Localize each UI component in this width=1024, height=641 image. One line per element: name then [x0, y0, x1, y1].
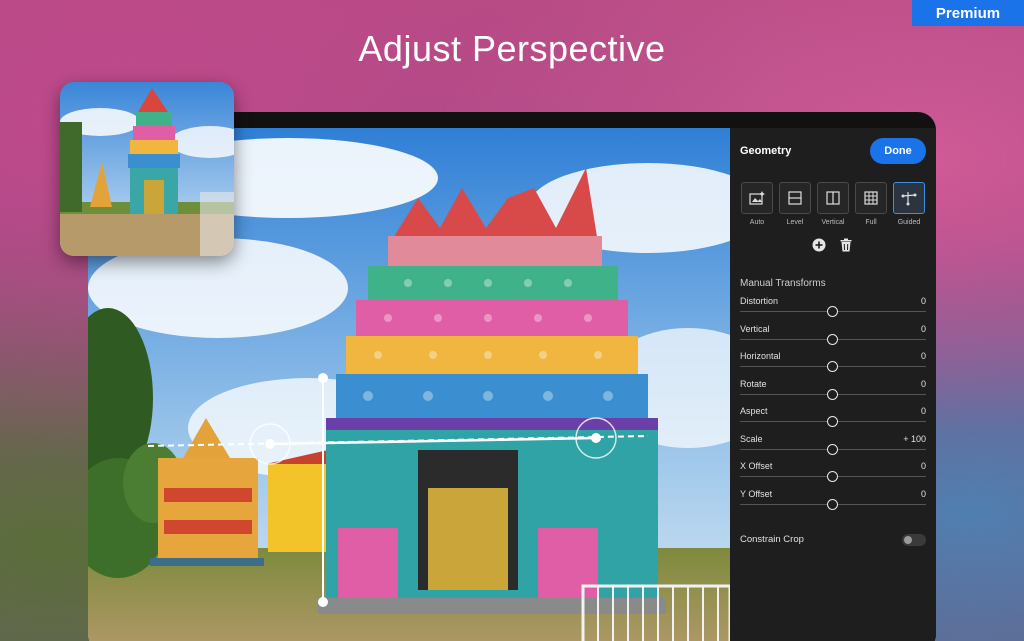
slider-thumb[interactable]	[827, 388, 838, 400]
slider-row-horizontal: Horizontal 0	[740, 351, 926, 377]
slider-value: + 100	[903, 433, 926, 444]
slider-row-aspect: Aspect 0	[740, 406, 926, 432]
slider-value: 0	[920, 296, 926, 306]
done-button[interactable]: Done	[870, 138, 926, 164]
mode-label: Guided	[897, 219, 921, 226]
before-thumbnail	[60, 82, 234, 256]
premium-badge[interactable]: Premium	[912, 0, 1024, 26]
geometry-panel: Geometry Done Auto Level Vertical Full G…	[730, 128, 936, 641]
panel-title: Geometry	[740, 145, 792, 157]
mode-full[interactable]: Full	[855, 182, 887, 226]
constrain-crop-label: Constrain Crop	[740, 534, 804, 545]
slider-thumb[interactable]	[827, 333, 838, 345]
slider-row-scale: Scale + 100	[740, 434, 926, 460]
hero-title: Adjust Perspective	[358, 28, 666, 69]
slider-label: X Offset	[740, 461, 773, 471]
slider-row-vertical: Vertical 0	[740, 324, 926, 350]
add-guide-icon[interactable]	[812, 238, 826, 257]
panel-header: Geometry Done	[740, 138, 926, 164]
slider-label: Aspect	[740, 406, 768, 416]
slider-value: 0	[920, 378, 926, 389]
slider-thumb[interactable]	[827, 416, 838, 427]
level-icon	[779, 182, 811, 214]
trash-icon[interactable]	[840, 238, 852, 257]
slider-thumb[interactable]	[827, 443, 838, 455]
toggle-knob	[904, 536, 912, 544]
mode-auto[interactable]: Auto	[741, 182, 773, 226]
constrain-crop-row: Constrain Crop	[740, 532, 926, 548]
slider-label: Horizontal	[740, 351, 781, 361]
slider-row-distortion: Distortion 0	[740, 296, 926, 322]
slider-value: 0	[920, 323, 926, 334]
mode-vertical[interactable]: Vertical	[817, 182, 849, 226]
slider-label: Scale	[740, 433, 763, 444]
guided-icon	[893, 182, 925, 214]
slider-label: Distortion	[740, 296, 779, 306]
full-grid-icon	[855, 182, 887, 214]
mode-guided[interactable]: Guided	[893, 182, 925, 226]
upright-modes: Auto Level Vertical Full Guided	[741, 182, 925, 226]
vertical-icon	[817, 182, 849, 214]
mode-level[interactable]: Level	[779, 182, 811, 226]
slider-value: 0	[920, 351, 926, 361]
slider-thumb[interactable]	[827, 306, 838, 317]
constrain-crop-toggle[interactable]	[902, 534, 926, 546]
guide-tools	[812, 238, 852, 257]
manual-transforms-title: Manual Transforms	[740, 278, 826, 289]
slider-row-rotate: Rotate 0	[740, 379, 926, 405]
slider-thumb[interactable]	[827, 361, 838, 372]
slider-value: 0	[920, 488, 926, 499]
slider-label: Vertical	[740, 323, 770, 334]
slider-row-y-offset: Y Offset 0	[740, 489, 926, 515]
slider-thumb[interactable]	[827, 471, 838, 482]
slider-row-x-offset: X Offset 0	[740, 461, 926, 487]
slider-label: Rotate	[740, 378, 767, 389]
slider-thumb[interactable]	[827, 498, 838, 510]
slider-value: 0	[920, 406, 926, 416]
slider-label: Y Offset	[740, 488, 773, 499]
auto-upright-icon	[741, 182, 773, 214]
slider-value: 0	[920, 461, 926, 471]
